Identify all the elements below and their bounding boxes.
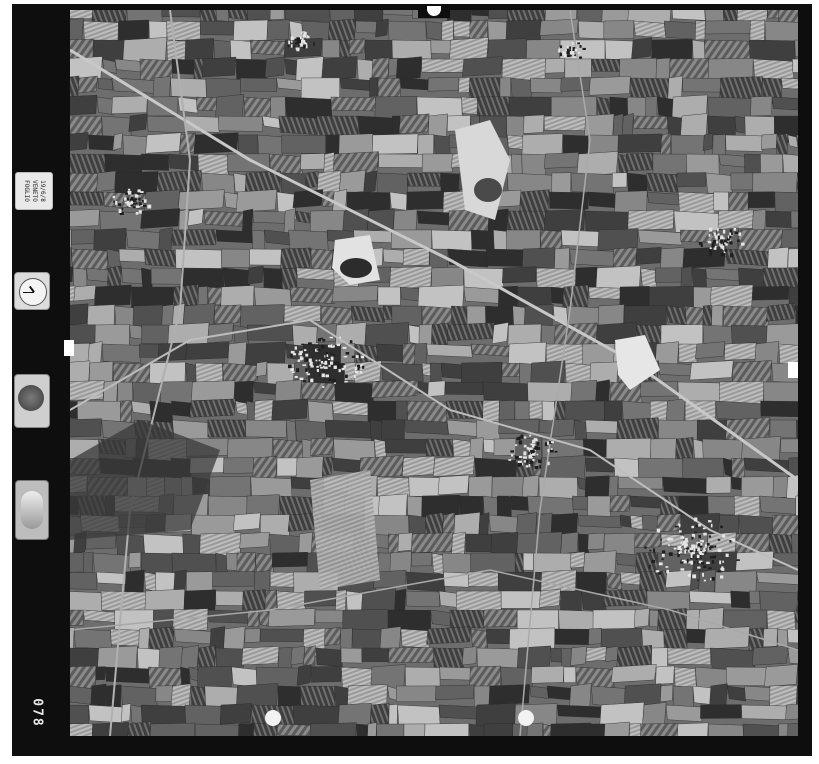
date-label-plate: 19/6/8 VENETO FOGLIO	[15, 172, 53, 210]
label-line-3: FOGLIO	[23, 180, 30, 202]
fiducial-dot-bottom-right	[518, 710, 534, 726]
aerial-photograph	[70, 10, 798, 736]
frame-number-text: 078	[29, 698, 45, 728]
clock-minute-hand	[23, 292, 34, 293]
fiducial-mark-right	[788, 362, 798, 378]
instrument-strip: 19/6/8 VENETO FOGLIO	[12, 160, 53, 560]
frame-number: 078	[29, 688, 45, 738]
fiducial-dot-bottom-left	[265, 710, 281, 726]
aerial-landscape	[70, 10, 798, 736]
clock-icon	[14, 272, 50, 310]
level-gauge-icon	[15, 480, 49, 540]
label-line-1: 19/6/8	[39, 180, 46, 202]
fiducial-mark-left	[64, 340, 74, 356]
label-line-2: VENETO	[31, 180, 38, 202]
altimeter-icon	[14, 374, 50, 428]
top-fiducial-mark	[418, 4, 450, 18]
